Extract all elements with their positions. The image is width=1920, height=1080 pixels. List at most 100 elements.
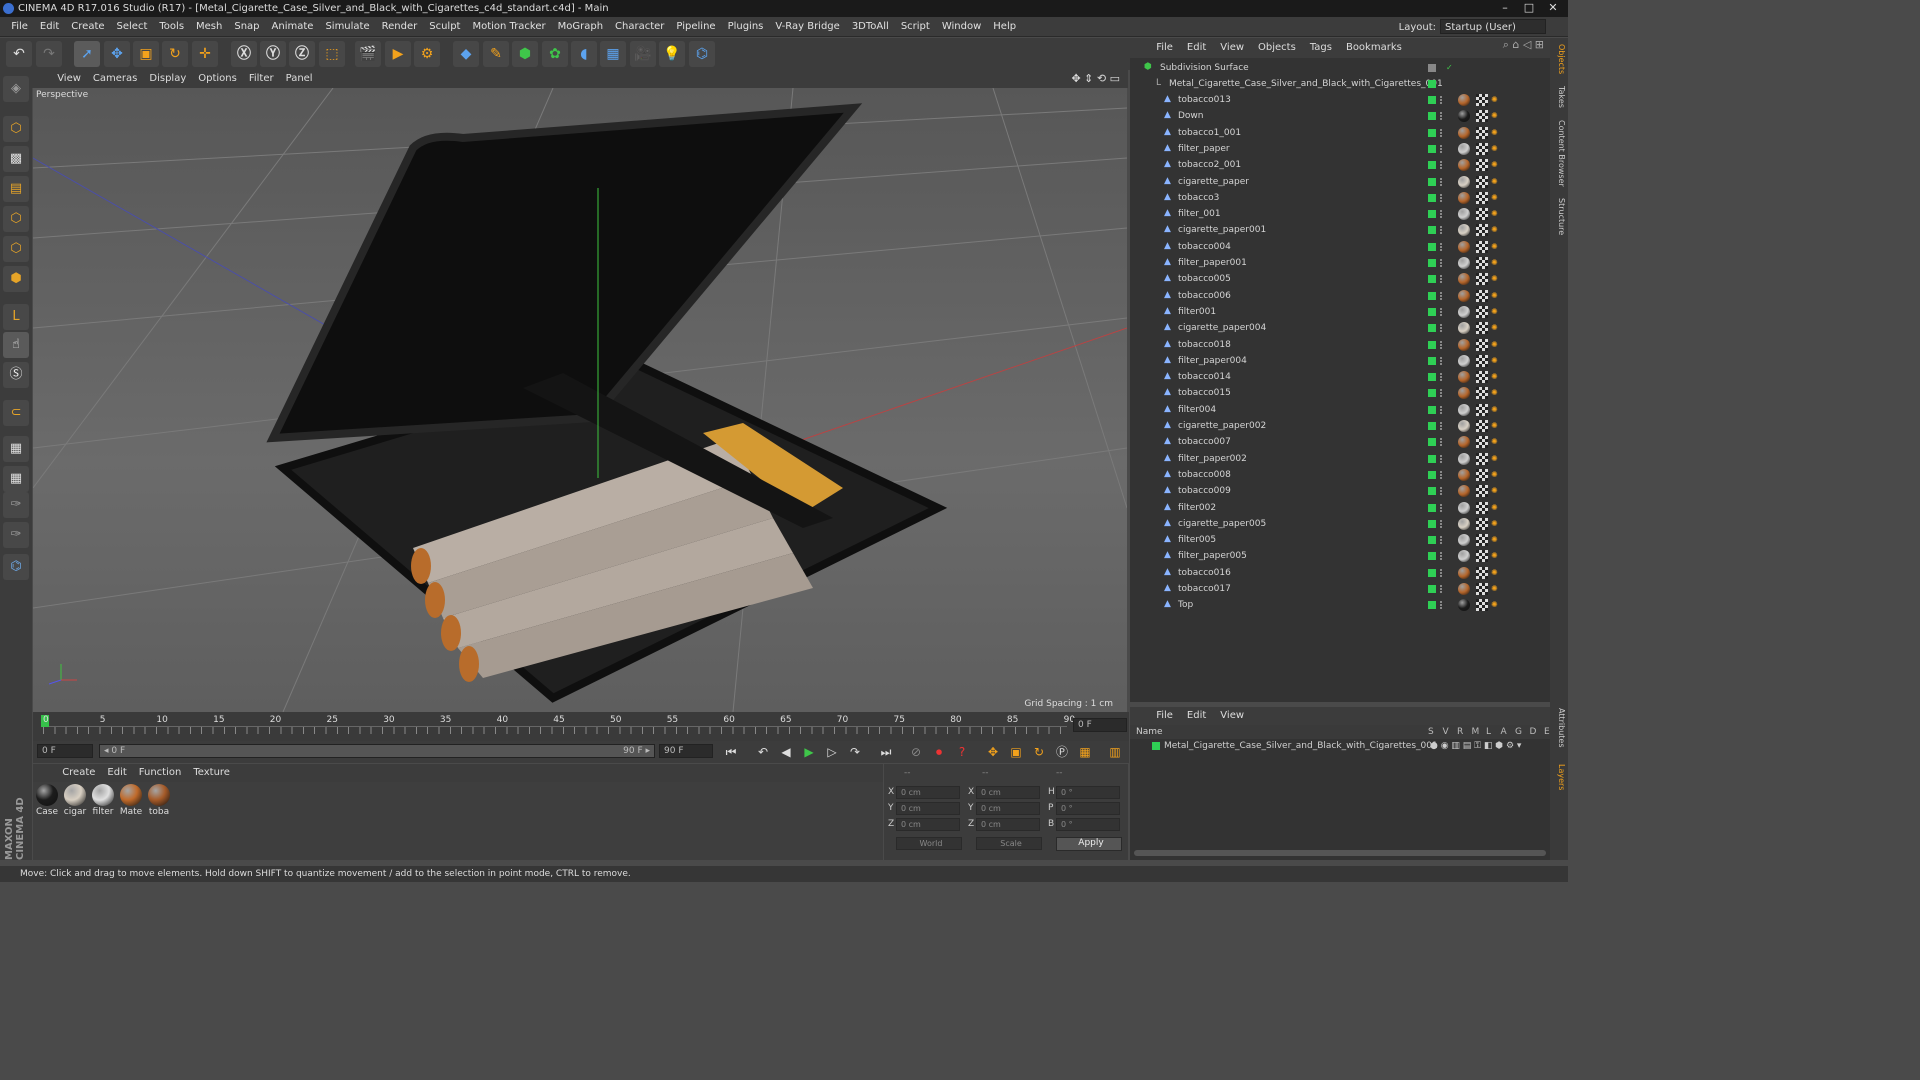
object-menu-tags[interactable]: Tags xyxy=(1303,38,1339,58)
uvw-tag-icon[interactable] xyxy=(1476,110,1488,123)
layer-color-dot[interactable] xyxy=(1428,210,1436,219)
menu-mesh[interactable]: Mesh xyxy=(190,17,228,37)
object-row[interactable]: ▲ tobacco006 ✺ xyxy=(1130,288,1550,304)
object-menu-bookmarks[interactable]: Bookmarks xyxy=(1339,38,1409,58)
material-menu-edit[interactable]: Edit xyxy=(101,764,132,782)
uvw-tag-icon[interactable] xyxy=(1476,387,1488,400)
layer-color-dot[interactable] xyxy=(1428,373,1436,382)
uvw-tag-icon[interactable] xyxy=(1476,273,1488,286)
object-row[interactable]: ▲ tobacco015 ✺ xyxy=(1130,385,1550,401)
material-tag-icon[interactable] xyxy=(1458,354,1470,367)
object-row[interactable]: ▲ tobacco004 ✺ xyxy=(1130,239,1550,255)
record-keys-disabled-icon[interactable]: ⊘ xyxy=(906,742,926,762)
snap-icon[interactable]: Ⓢ xyxy=(3,362,29,388)
tab-structure[interactable]: Structure xyxy=(1552,198,1566,235)
render-settings-icon[interactable]: ⚙ xyxy=(414,41,440,67)
uvw-tag-icon[interactable] xyxy=(1476,420,1488,432)
layer-color-dot[interactable] xyxy=(1428,226,1436,235)
menu-vray-bridge[interactable]: V-Ray Bridge xyxy=(769,17,845,37)
prev-frame-icon[interactable]: ◀ xyxy=(776,742,796,762)
object-row[interactable]: ▲ cigarette_paper005 ✺ xyxy=(1130,516,1550,532)
layer-color-dot[interactable] xyxy=(1428,307,1436,316)
viewport-menu-cameras[interactable]: Cameras xyxy=(87,70,143,88)
coord-value-field[interactable]: 0 cm xyxy=(896,818,960,831)
object-row[interactable]: ▲ cigarette_paper ✺ xyxy=(1130,174,1550,190)
autokey-icon[interactable]: ⏺ xyxy=(929,742,949,762)
points-mode-icon[interactable]: ⬡ xyxy=(3,206,29,232)
object-row[interactable]: ▲ tobacco007 ✺ xyxy=(1130,434,1550,450)
layer-color-dot[interactable] xyxy=(1428,96,1436,104)
x-axis-lock-icon[interactable]: Ⓧ xyxy=(231,41,257,67)
close-button[interactable]: ✕ xyxy=(1542,1,1564,15)
transform-mode-dropdown[interactable]: Scale xyxy=(976,837,1042,850)
phong-tag-icon[interactable]: ✺ xyxy=(1491,242,1499,251)
magnet-icon[interactable]: ⊂ xyxy=(3,400,29,426)
axis-mode-icon[interactable]: L xyxy=(3,304,29,330)
layer-color-dot[interactable] xyxy=(1428,177,1436,186)
coord-value-field[interactable]: 0 cm xyxy=(896,802,960,815)
tab-takes[interactable]: Takes xyxy=(1552,86,1566,108)
camera-icon[interactable]: 🎥 xyxy=(630,41,656,67)
material-tag-icon[interactable] xyxy=(1458,224,1470,237)
menu-file[interactable]: File xyxy=(5,17,34,37)
scale-tool-icon[interactable]: ▣ xyxy=(133,41,159,67)
object-row[interactable]: ▲ tobacco008 ✺ xyxy=(1130,467,1550,483)
phong-tag-icon[interactable]: ✺ xyxy=(1491,487,1499,495)
material-tag-icon[interactable] xyxy=(1458,208,1470,221)
material-tag-icon[interactable] xyxy=(1458,403,1470,416)
visibility-toggle-icon[interactable] xyxy=(1440,242,1444,251)
uvw-tag-icon[interactable] xyxy=(1476,142,1488,155)
object-row[interactable]: ▲ tobacco3 ✺ xyxy=(1130,190,1550,206)
visibility-toggle-icon[interactable] xyxy=(1440,356,1444,365)
coordinate-system-icon[interactable]: ⬚ xyxy=(319,41,345,67)
object-manager-search-icon[interactable]: ⌕ ⌂ ◁ ⊞ xyxy=(1503,38,1544,52)
visibility-toggle-icon[interactable] xyxy=(1440,275,1444,284)
pen-spline-icon[interactable]: ✎ xyxy=(483,41,509,67)
material-tag-icon[interactable] xyxy=(1458,240,1470,253)
polygons-mode-icon[interactable]: ⬢ xyxy=(3,266,29,292)
object-row[interactable]: ▲ cigarette_paper004 ✺ xyxy=(1130,320,1550,336)
make-editable-icon[interactable]: ◈ xyxy=(3,76,29,102)
menu-create[interactable]: Create xyxy=(65,17,110,37)
uvw-tag-icon[interactable] xyxy=(1476,485,1488,498)
viewport-menu-display[interactable]: Display xyxy=(143,70,192,88)
viewport-navigation-icons[interactable]: ✥ ⇕ ⟲ ▭ xyxy=(1071,72,1120,85)
object-row[interactable]: ▲ tobacco1_001 ✺ xyxy=(1130,125,1550,141)
layer-color-dot[interactable] xyxy=(1428,405,1436,414)
key-pla-icon[interactable]: ▦ xyxy=(1075,742,1095,762)
layer-color-dot[interactable] xyxy=(1428,161,1436,170)
uvw-tag-icon[interactable] xyxy=(1476,240,1488,253)
uvw-tag-icon[interactable] xyxy=(1476,257,1488,269)
object-row[interactable]: ▲ filter002 ✺ xyxy=(1130,500,1550,516)
light-icon[interactable]: 💡 xyxy=(659,41,685,67)
layer-color-dot[interactable] xyxy=(1428,324,1436,333)
uvw-tag-icon[interactable] xyxy=(1476,354,1488,367)
menu-script[interactable]: Script xyxy=(895,17,936,37)
object-row[interactable]: ▲ cigarette_paper001 ✺ xyxy=(1130,222,1550,238)
object-row[interactable]: ▲ tobacco013 ✺ xyxy=(1130,92,1550,108)
uvw-tag-icon[interactable] xyxy=(1476,517,1488,530)
material-tag-icon[interactable] xyxy=(1458,599,1470,612)
key-param-icon[interactable]: Ⓟ xyxy=(1052,742,1072,762)
layer-menu-edit[interactable]: Edit xyxy=(1180,707,1213,725)
menu-sculpt[interactable]: Sculpt xyxy=(423,17,466,37)
object-row[interactable]: ▲ filter001 ✺ xyxy=(1130,304,1550,320)
visibility-toggle-icon[interactable] xyxy=(1440,601,1444,610)
object-row[interactable]: ▲ tobacco005 ✺ xyxy=(1130,271,1550,287)
material-menu-create[interactable]: Create xyxy=(56,764,101,782)
workplane-mode-icon[interactable]: ▤ xyxy=(3,176,29,202)
maximize-button[interactable]: □ xyxy=(1518,1,1540,15)
material-tag-icon[interactable] xyxy=(1458,191,1470,204)
visibility-toggle-icon[interactable] xyxy=(1440,454,1444,463)
uvw-tag-icon[interactable] xyxy=(1476,159,1488,172)
floor-object-icon[interactable]: ▦ xyxy=(600,41,626,67)
viewport-menu-panel[interactable]: Panel xyxy=(280,70,319,88)
uvw-tag-icon[interactable] xyxy=(1476,583,1488,595)
phong-tag-icon[interactable]: ✺ xyxy=(1491,112,1499,120)
material-tag-icon[interactable] xyxy=(1458,501,1470,514)
visibility-toggle-icon[interactable] xyxy=(1440,307,1444,316)
layer-toggle-icons[interactable]: ● ◉ ▥ ▤ ⚿ ◧ ⬢ ⚙ ▾ xyxy=(1430,739,1521,753)
material-tag-icon[interactable] xyxy=(1458,338,1470,351)
object-row[interactable]: ▲ filter_001 ✺ xyxy=(1130,206,1550,222)
material-tag-icon[interactable] xyxy=(1458,534,1470,547)
